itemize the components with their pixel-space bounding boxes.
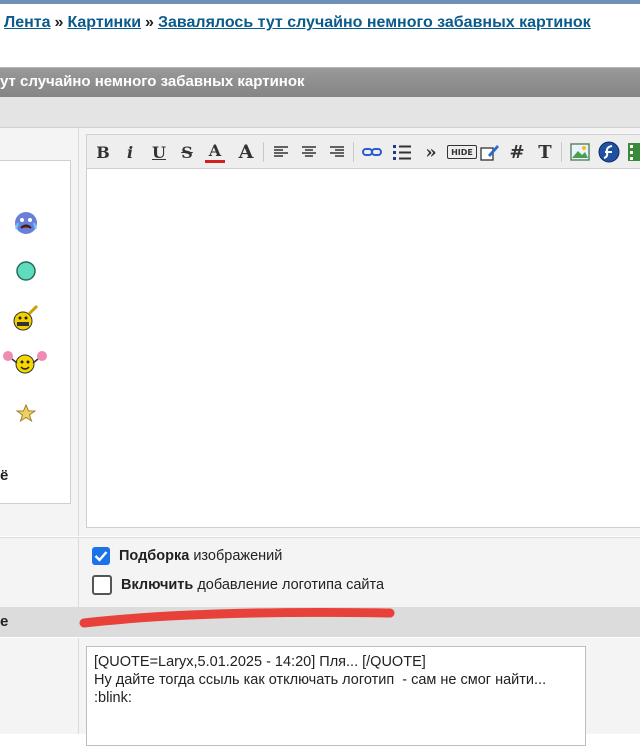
green-circle-smiley-icon[interactable] [10, 255, 42, 287]
image-picker-option[interactable]: Подборка изображений [92, 547, 282, 565]
options-left-column [0, 537, 79, 608]
italic-button[interactable]: i [121, 140, 139, 164]
edit-icon[interactable] [479, 140, 501, 164]
logo-label: добавление логотипа сайта [193, 577, 385, 593]
breadcrumb-link-feed[interactable]: Лента [4, 14, 51, 31]
logo-bold-label: Включить [121, 577, 194, 593]
smilies-panel: ё [0, 160, 71, 504]
flash-icon[interactable] [597, 140, 621, 164]
toolbar-separator [353, 142, 354, 162]
toolbar-separator [263, 142, 264, 162]
bold-button[interactable]: B [93, 140, 113, 164]
crying-smiley-icon[interactable] [10, 207, 42, 239]
strike-button[interactable]: S [177, 140, 197, 164]
sub-header-bar [0, 97, 640, 128]
align-right-icon[interactable] [327, 140, 347, 164]
breadcrumb-link-pictures[interactable]: Картинки [67, 14, 141, 31]
link-icon[interactable] [361, 140, 383, 164]
align-center-icon[interactable] [299, 140, 319, 164]
breadcrumb-separator: » [54, 14, 64, 31]
list-icon[interactable] [391, 140, 413, 164]
hide-button[interactable]: HIDE [447, 145, 477, 159]
quote-textarea[interactable]: [QUOTE=Laryx,5.01.2025 - 14:20] Пля... [… [86, 646, 586, 746]
hash-button[interactable]: # [507, 140, 527, 164]
logo-option[interactable]: Включить добавление логотипа сайта [92, 575, 384, 595]
editor-toolbar: B i U S A A » HIDE # T [86, 134, 640, 169]
topic-title-bar: ут случайно немного забавных картинок [0, 67, 640, 97]
breadcrumb: Лента» Картинки» Завалялось тут случайно н… [4, 14, 591, 32]
logo-checkbox[interactable] [92, 575, 112, 595]
image-picker-checkbox[interactable] [92, 547, 110, 565]
star-smiley-icon[interactable] [10, 397, 42, 429]
underline-button[interactable]: U [149, 140, 169, 164]
quote-button[interactable]: » [421, 140, 441, 164]
font-size-button[interactable]: A [235, 140, 257, 164]
quote-left-column [0, 638, 79, 734]
image-picker-label: изображений [189, 548, 283, 564]
cheerleader-smiley-icon[interactable] [2, 347, 48, 379]
font-color-button[interactable]: A [205, 140, 225, 163]
media-icon[interactable] [627, 140, 640, 164]
toolbar-separator [561, 142, 562, 162]
guitar-smiley-icon[interactable] [10, 303, 42, 335]
top-accent-bar [0, 0, 640, 4]
image-picker-bold-label: Подборка [119, 548, 190, 564]
message-textarea[interactable] [86, 168, 640, 528]
image-icon[interactable] [569, 140, 591, 164]
breadcrumb-separator: » [145, 14, 154, 31]
align-left-icon[interactable] [271, 140, 291, 164]
text-format-button[interactable]: T [535, 140, 555, 164]
red-annotation-stroke [79, 607, 395, 628]
section-label-fragment: е [0, 613, 9, 630]
left-label-fragment: ё [0, 467, 9, 484]
breadcrumb-link-topic[interactable]: Завалялось тут случайно немного забавных… [158, 14, 591, 31]
